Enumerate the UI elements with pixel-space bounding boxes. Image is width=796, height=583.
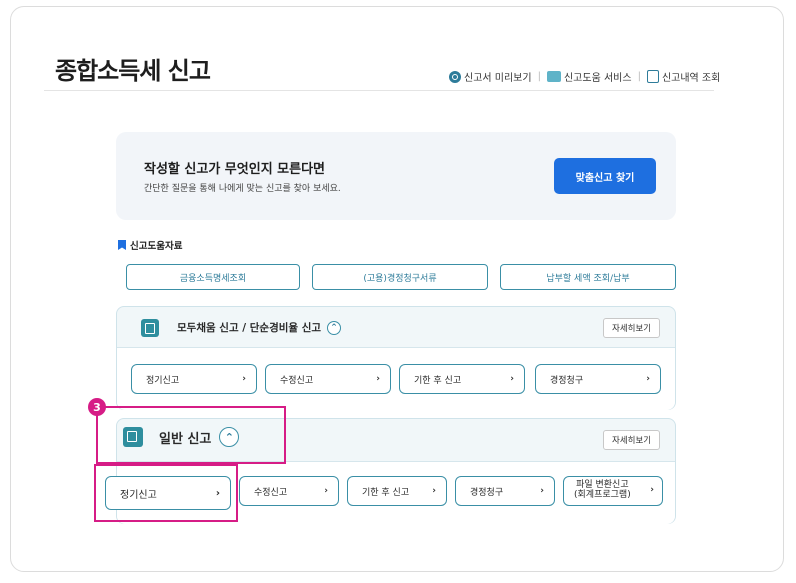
section-title-label: 모두채움 신고 / 단순경비율 신고 — [177, 322, 322, 334]
report-icon — [141, 319, 159, 337]
page-title: 종합소득세 신고 — [55, 57, 211, 85]
header-divider — [44, 90, 714, 91]
item-label: 수정신고 — [280, 375, 314, 386]
search-icon — [449, 70, 461, 83]
history-link[interactable]: 신고내역 조회 — [646, 69, 721, 84]
promo-title: 작성할 신고가 무엇인지 모른다면 — [144, 162, 326, 177]
correction-claim-button[interactable]: 경정청구 › — [455, 476, 555, 506]
item-label: 기한 후 신고 — [362, 487, 410, 498]
collapse-icon[interactable]: ⌃ — [327, 320, 342, 335]
item-label: 수정신고 — [254, 487, 288, 498]
top-links: 신고서 미리보기 | 신고도움 서비스 | 신고내역 조회 — [449, 69, 720, 84]
chevron-right-icon: › — [242, 374, 246, 384]
divider: | — [637, 71, 641, 82]
item-label-line1: 파일 변환신고 — [576, 480, 629, 491]
tax-payment-button[interactable]: 납부할 세액 조회/납부 — [500, 264, 676, 290]
late-report-button[interactable]: 기한 후 신고 › — [347, 476, 447, 506]
detail-button[interactable]: 자세히보기 — [603, 430, 661, 450]
chevron-right-icon: › — [376, 374, 380, 384]
detail-button[interactable]: 자세히보기 — [603, 318, 661, 338]
chevron-right-icon: › — [646, 374, 650, 384]
amended-report-button[interactable]: 수정신고 › — [265, 364, 391, 394]
regular-report-button[interactable]: 정기신고 › — [131, 364, 257, 394]
chevron-right-icon: › — [510, 374, 514, 384]
monitor-icon — [546, 71, 561, 82]
divider: | — [537, 71, 541, 82]
help-heading-label: 신고도움자료 — [130, 241, 183, 252]
item-label: 정기신고 — [146, 375, 180, 386]
section-items: 정기신고 › 수정신고 › 기한 후 신고 › 경정청구 › — [117, 347, 675, 410]
simple-report-section: 모두채움 신고 / 단순경비율 신고 ⌃ 자세히보기 정기신고 › 수정신고 › 기… — [116, 306, 676, 410]
chevron-right-icon: › — [324, 486, 328, 496]
chevron-right-icon: › — [432, 486, 436, 496]
item-label: 경정청구 — [550, 375, 584, 386]
item-label: 경정청구 — [470, 487, 504, 498]
help-heading: 신고도움자료 — [118, 238, 182, 252]
chevron-right-icon: › — [650, 485, 654, 496]
fade-overlay — [735, 57, 783, 87]
financial-income-button[interactable]: 금융소득명세조회 — [126, 264, 300, 290]
step-badge: 3 — [88, 398, 106, 416]
title-highlight-box — [96, 406, 286, 464]
item-label-line2: (회계프로그램) — [574, 490, 631, 500]
correction-claim-button[interactable]: 경정청구 › — [535, 364, 661, 394]
amended-report-button[interactable]: 수정신고 › — [239, 476, 339, 506]
chevron-right-icon: › — [540, 486, 544, 496]
item-label: 파일 변환신고 (회계프로그램) — [574, 480, 631, 501]
correction-docs-button[interactable]: (고용)경정청구서류 — [312, 264, 488, 290]
section-title: 모두채움 신고 / 단순경비율 신고 ⌃ — [177, 320, 342, 335]
item-label: 기한 후 신고 — [414, 375, 462, 386]
promo-box: 작성할 신고가 무엇인지 모른다면 간단한 질문을 통해 나에게 맞는 신고를 … — [116, 132, 676, 220]
history-label: 신고내역 조회 — [661, 73, 721, 84]
promo-subtitle: 간단한 질문을 통해 나에게 맞는 신고를 찾아 보세요. — [144, 184, 341, 194]
bookmark-icon — [118, 240, 126, 250]
document-icon — [646, 70, 659, 83]
find-report-button[interactable]: 맞춤신고 찾기 — [554, 158, 656, 194]
file-conversion-report-button[interactable]: 파일 변환신고 (회계프로그램) › — [563, 476, 663, 506]
preview-link[interactable]: 신고서 미리보기 — [449, 69, 532, 84]
preview-label: 신고서 미리보기 — [464, 73, 532, 84]
item-highlight-box — [94, 464, 238, 522]
late-report-button[interactable]: 기한 후 신고 › — [399, 364, 525, 394]
help-service-label: 신고도움 서비스 — [563, 73, 632, 84]
help-service-link[interactable]: 신고도움 서비스 — [546, 69, 632, 84]
